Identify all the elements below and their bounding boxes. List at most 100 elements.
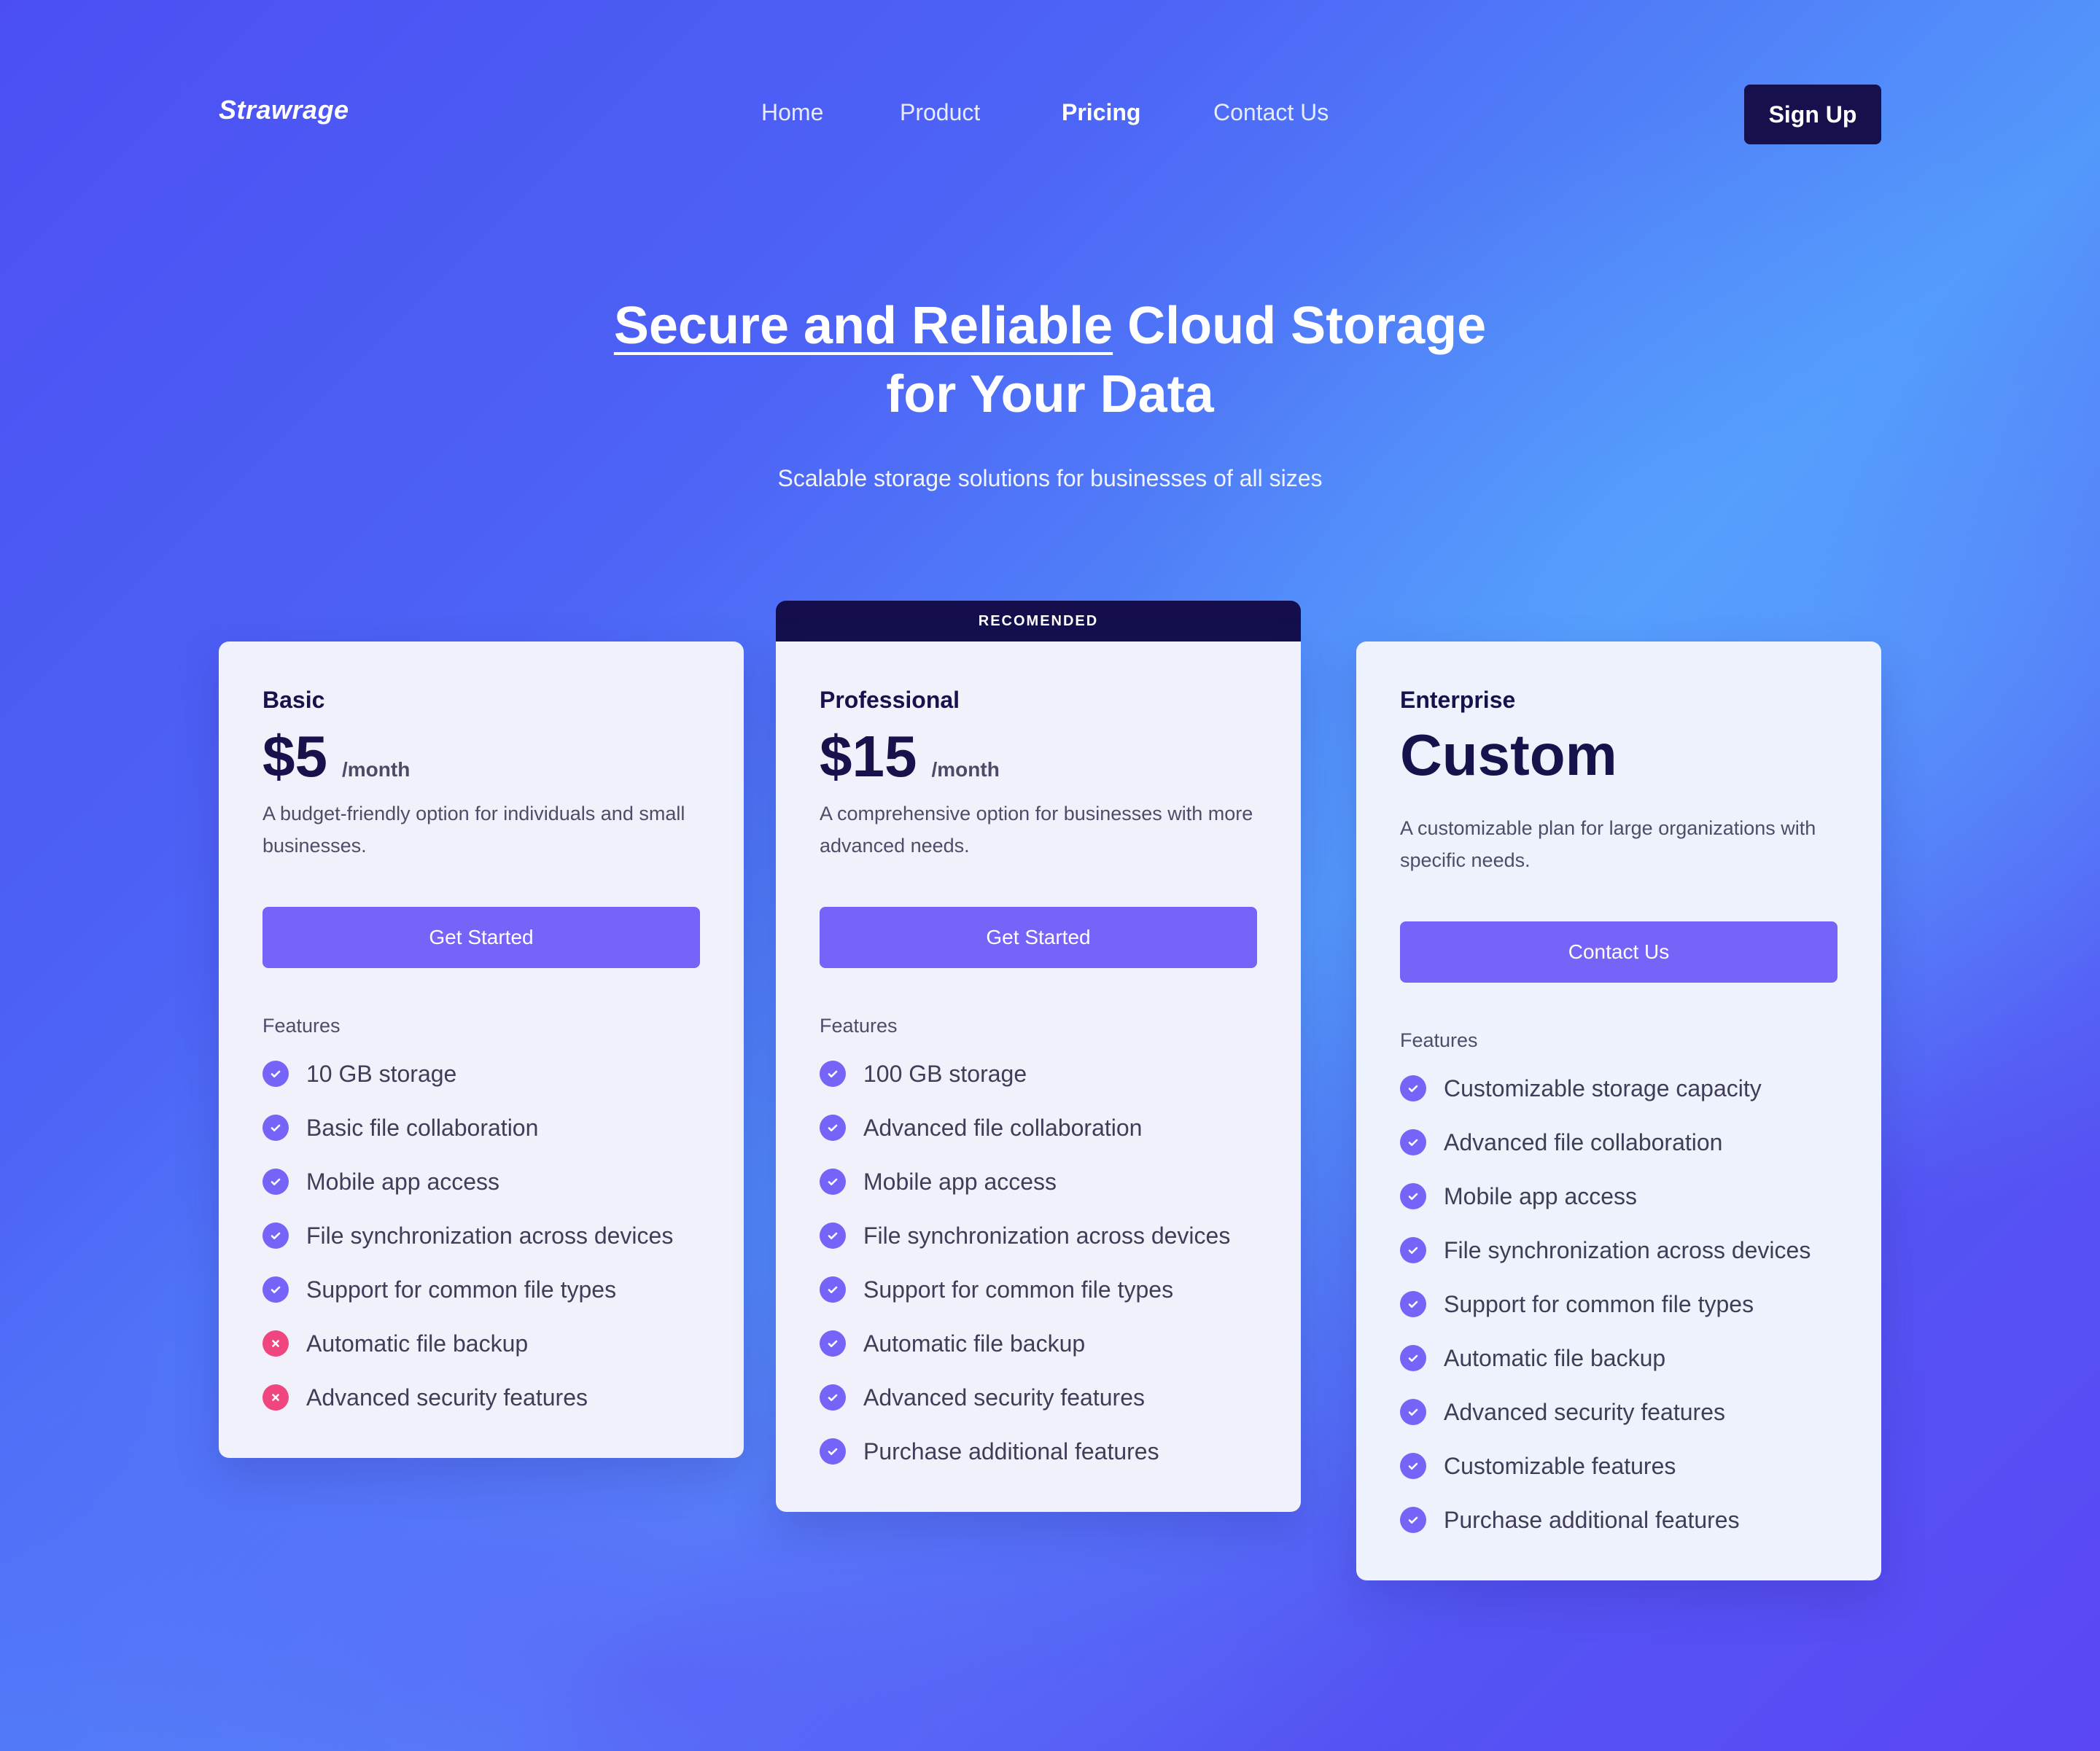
- price-row: $15 /month: [820, 720, 1000, 793]
- features-list: Customizable storage capacity Advanced fi…: [1400, 1061, 1811, 1547]
- check-circle-icon: [820, 1276, 846, 1303]
- feature-item: File synchronization across devices: [1400, 1223, 1811, 1277]
- feature-item: File synchronization across devices: [262, 1209, 673, 1263]
- feature-label: Automatic file backup: [1444, 1344, 1666, 1371]
- features-list: 100 GB storage Advanced file collaboratio…: [820, 1047, 1230, 1478]
- feature-label: Customizable features: [1444, 1452, 1676, 1479]
- check-circle-icon: [820, 1330, 846, 1357]
- feature-label: Mobile app access: [863, 1168, 1057, 1195]
- feature-label: 100 GB storage: [863, 1060, 1027, 1087]
- plan-description: A budget-friendly option for individuals…: [262, 803, 685, 857]
- check-circle-icon: [820, 1438, 846, 1465]
- feature-item: Automatic file backup: [1400, 1331, 1811, 1385]
- feature-label: Support for common file types: [863, 1276, 1174, 1303]
- feature-item: Advanced security features: [262, 1370, 673, 1424]
- feature-item: Mobile app access: [1400, 1169, 1811, 1223]
- check-circle-icon: [262, 1115, 289, 1141]
- feature-label: Support for common file types: [1444, 1290, 1754, 1317]
- feature-item: File synchronization across devices: [820, 1209, 1230, 1263]
- plan-name: Basic: [262, 687, 325, 713]
- feature-item: Support for common file types: [1400, 1277, 1811, 1331]
- feature-label: Purchase additional features: [1444, 1506, 1740, 1533]
- feature-item: Mobile app access: [820, 1155, 1230, 1209]
- feature-item: Mobile app access: [262, 1155, 673, 1209]
- plan-price: Custom: [1400, 722, 1617, 787]
- check-circle-icon: [820, 1115, 846, 1141]
- x-circle-icon: [262, 1384, 289, 1411]
- check-circle-icon: [1400, 1453, 1426, 1479]
- hero-title-line2: for Your Data: [886, 365, 1214, 424]
- check-circle-icon: [1400, 1345, 1426, 1371]
- check-circle-icon: [1400, 1075, 1426, 1101]
- check-circle-icon: [262, 1061, 289, 1087]
- check-circle-icon: [1400, 1183, 1426, 1209]
- feature-item: 100 GB storage: [820, 1047, 1230, 1101]
- features-title: Features: [1400, 1029, 1478, 1051]
- nav-pricing[interactable]: Pricing: [1062, 99, 1140, 126]
- feature-label: Mobile app access: [1444, 1182, 1638, 1209]
- feature-item: Support for common file types: [820, 1263, 1230, 1317]
- recommended-badge: RECOMENDED: [776, 601, 1301, 641]
- feature-item: Advanced security features: [820, 1370, 1230, 1424]
- feature-item: Purchase additional features: [1400, 1493, 1811, 1547]
- hero-subtitle: Scalable storage solutions for businesse…: [777, 465, 1323, 491]
- hero-title-rest: Cloud Storage: [1127, 297, 1487, 355]
- plan-name: Enterprise: [1400, 687, 1516, 713]
- check-circle-icon: [262, 1169, 289, 1195]
- feature-item: Purchase additional features: [820, 1424, 1230, 1478]
- feature-label: Advanced file collaboration: [863, 1114, 1143, 1141]
- feature-item: Advanced file collaboration: [820, 1101, 1230, 1155]
- check-circle-icon: [262, 1276, 289, 1303]
- feature-label: Advanced file collaboration: [1444, 1128, 1723, 1155]
- nav-contact-us[interactable]: Contact Us: [1213, 99, 1329, 126]
- feature-label: Purchase additional features: [863, 1438, 1159, 1465]
- plan-description: A customizable plan for large organizati…: [1400, 817, 1816, 871]
- get-started-button[interactable]: Get Started: [820, 907, 1257, 968]
- plan-period: /month: [931, 758, 1000, 781]
- feature-item: Automatic file backup: [262, 1317, 673, 1370]
- plan-price: $5: [262, 724, 327, 789]
- plan-price: $15: [820, 724, 917, 789]
- check-circle-icon: [820, 1384, 846, 1411]
- feature-label: Automatic file backup: [306, 1330, 529, 1357]
- contact-us-button[interactable]: Contact Us: [1400, 921, 1838, 983]
- nav-product[interactable]: Product: [900, 99, 980, 126]
- plan-card-professional: Professional $15 /month A comprehensive …: [776, 641, 1301, 1512]
- feature-label: File synchronization across devices: [1444, 1236, 1811, 1263]
- check-circle-icon: [820, 1061, 846, 1087]
- plan-period: /month: [341, 758, 411, 781]
- feature-item: Automatic file backup: [820, 1317, 1230, 1370]
- get-started-button[interactable]: Get Started: [262, 907, 700, 968]
- hero-title: Secure and Reliable Cloud Storage for Yo…: [0, 292, 2100, 429]
- feature-item: Advanced security features: [1400, 1385, 1811, 1439]
- features-list: 10 GB storage Basic file collaboration Mob…: [262, 1047, 673, 1424]
- feature-label: 10 GB storage: [306, 1060, 457, 1087]
- hero-title-highlight: Secure and Reliable: [613, 297, 1113, 355]
- x-circle-icon: [262, 1330, 289, 1357]
- check-circle-icon: [262, 1222, 289, 1249]
- feature-label: Automatic file backup: [863, 1330, 1086, 1357]
- feature-label: Basic file collaboration: [306, 1114, 539, 1141]
- plan-name: Professional: [820, 687, 960, 713]
- feature-label: File synchronization across devices: [863, 1222, 1231, 1249]
- feature-label: File synchronization across devices: [306, 1222, 674, 1249]
- features-title: Features: [262, 1015, 341, 1037]
- price-row: $5 /month: [262, 720, 410, 793]
- feature-label: Support for common file types: [306, 1276, 617, 1303]
- plan-card-enterprise: Enterprise Custom A customizable plan fo…: [1356, 641, 1881, 1580]
- feature-item: Customizable features: [1400, 1439, 1811, 1493]
- check-circle-icon: [1400, 1507, 1426, 1533]
- feature-item: Advanced file collaboration: [1400, 1115, 1811, 1169]
- feature-item: 10 GB storage: [262, 1047, 673, 1101]
- plan-description: A comprehensive option for businesses wi…: [820, 803, 1253, 857]
- feature-label: Advanced security features: [1444, 1398, 1725, 1425]
- check-circle-icon: [820, 1222, 846, 1249]
- check-circle-icon: [820, 1169, 846, 1195]
- features-title: Features: [820, 1015, 898, 1037]
- check-circle-icon: [1400, 1129, 1426, 1155]
- check-circle-icon: [1400, 1399, 1426, 1425]
- sign-up-button[interactable]: Sign Up: [1744, 85, 1881, 144]
- nav-home[interactable]: Home: [761, 99, 823, 126]
- feature-label: Advanced security features: [863, 1384, 1145, 1411]
- check-circle-icon: [1400, 1291, 1426, 1317]
